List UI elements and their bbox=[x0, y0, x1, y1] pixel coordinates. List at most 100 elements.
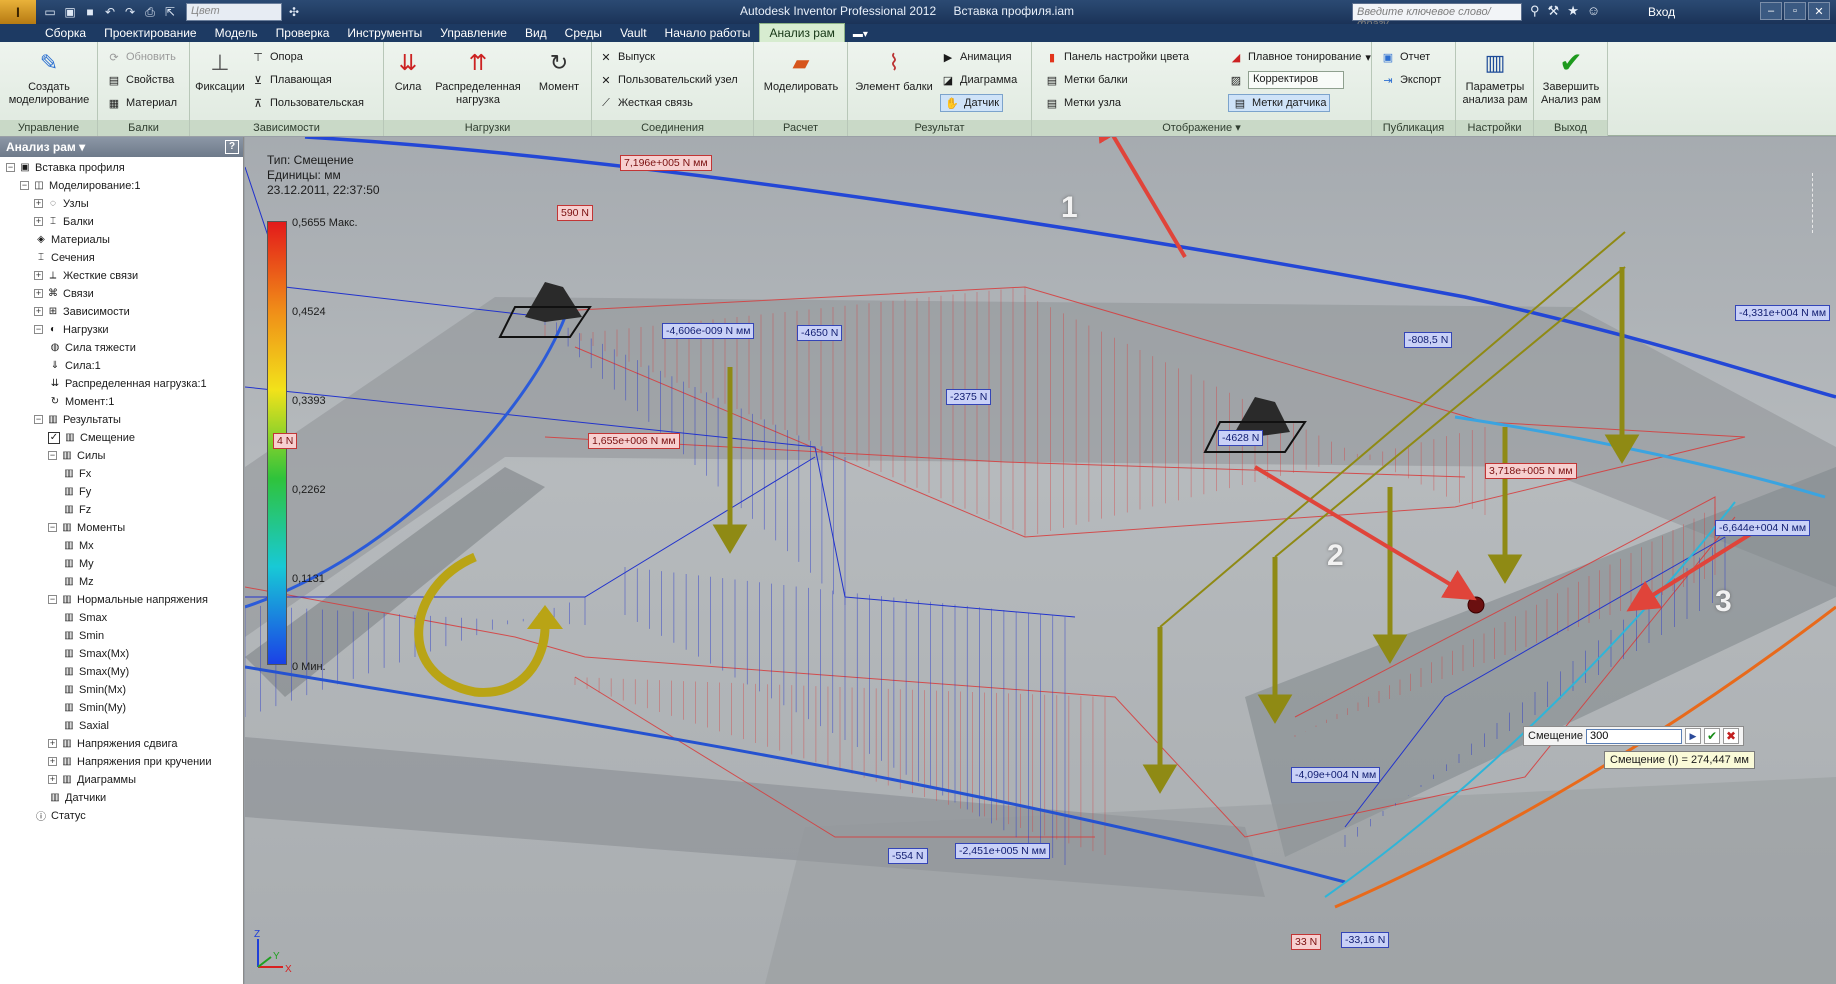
smooth-shading-button[interactable]: ◢ Плавное тонирование ▾ bbox=[1228, 48, 1371, 66]
create-simulation-button[interactable]: ✎ Создать моделирование bbox=[6, 46, 92, 107]
tree-node[interactable]: + ⌶ Балки bbox=[34, 213, 94, 230]
collapse-icon[interactable]: − bbox=[34, 325, 43, 334]
tree-node[interactable]: − ◫ Моделирование:1 bbox=[20, 177, 140, 194]
tab-environments[interactable]: Среды bbox=[556, 24, 611, 42]
finish-analysis-button[interactable]: ✔ Завершить Анализ рам bbox=[1536, 46, 1606, 107]
expand-icon[interactable]: + bbox=[48, 757, 57, 766]
tools-icon[interactable]: ⚒ bbox=[1548, 3, 1560, 19]
tree-node[interactable]: ▥ Датчики bbox=[48, 789, 106, 806]
maximize-icon[interactable]: ▫ bbox=[1784, 2, 1806, 20]
beam-element-button[interactable]: ⌇ Элемент балки bbox=[852, 46, 936, 94]
open-icon[interactable]: ▣ bbox=[62, 4, 78, 20]
distributed-load-button[interactable]: ⇈ Распределенная нагрузка bbox=[428, 46, 528, 107]
tree-node[interactable]: ▥ Mx bbox=[62, 537, 93, 554]
force-button[interactable]: ⇊ Сила bbox=[390, 46, 426, 94]
animation-button[interactable]: ▶ Анимация bbox=[940, 48, 1012, 66]
tree-node[interactable]: ▥ Smin bbox=[62, 627, 104, 644]
sensor-labels-button[interactable]: ▤ Метки датчика bbox=[1228, 94, 1331, 112]
tree-node[interactable]: + ⟂ Жесткие связи bbox=[34, 267, 138, 284]
collapse-icon[interactable]: − bbox=[48, 523, 57, 532]
tree-node[interactable]: ↻ Момент:1 bbox=[48, 393, 115, 410]
apply-icon[interactable]: ✔ bbox=[1704, 728, 1721, 744]
analysis-params-button[interactable]: ▥ Параметры анализа рам bbox=[1458, 46, 1532, 107]
custom-node-button[interactable]: ✕ Пользовательский узел bbox=[598, 71, 737, 89]
minimize-icon[interactable]: – bbox=[1760, 2, 1782, 20]
tree-node[interactable]: + ⌘ Связи bbox=[34, 285, 94, 302]
tree-node[interactable]: ▥ My bbox=[62, 555, 93, 572]
smooth-dropdown-icon[interactable]: ▾ bbox=[1365, 51, 1371, 64]
collapse-icon[interactable]: − bbox=[48, 451, 57, 460]
save-icon[interactable]: ■ bbox=[82, 4, 98, 20]
fix-button[interactable]: ⊥ Фиксации bbox=[194, 46, 246, 94]
tree-node[interactable]: + ▥ Напряжения сдвига bbox=[48, 735, 177, 752]
expand-icon[interactable]: + bbox=[34, 199, 43, 208]
correctors-dropdown[interactable]: ▨ Корректиров bbox=[1228, 71, 1344, 89]
floating-button[interactable]: ⊻ Плавающая bbox=[250, 71, 332, 89]
expand-icon[interactable]: + bbox=[48, 775, 57, 784]
tree-node[interactable]: ⇓ Сила:1 bbox=[48, 357, 101, 374]
tree-node[interactable]: + ◌ Узлы bbox=[34, 195, 89, 212]
expand-icon[interactable]: + bbox=[34, 271, 43, 280]
diagram-button[interactable]: ◪ Диаграмма bbox=[940, 71, 1017, 89]
tab-view[interactable]: Вид bbox=[516, 24, 556, 42]
sensor-point[interactable] bbox=[1467, 596, 1485, 614]
tree-node[interactable]: + ⊞ Зависимости bbox=[34, 303, 130, 320]
tree-node[interactable]: − ▥ Силы bbox=[48, 447, 105, 464]
expand-icon[interactable]: + bbox=[34, 307, 43, 316]
tree-node[interactable]: + ▥ Напряжения при кручении bbox=[48, 753, 211, 770]
tree-node[interactable]: ⇊ Распределенная нагрузка:1 bbox=[48, 375, 207, 392]
tree-node[interactable]: ▥ Smax(Mx) bbox=[62, 645, 129, 662]
beam-labels-button[interactable]: ▤ Метки балки bbox=[1044, 71, 1128, 89]
star-icon[interactable]: ★ bbox=[1567, 3, 1579, 19]
viewcube-edge[interactable] bbox=[1812, 173, 1834, 233]
close-icon[interactable]: ✕ bbox=[1808, 2, 1830, 20]
tab-get-started[interactable]: Начало работы bbox=[656, 24, 760, 42]
report-button[interactable]: ▣ Отчет bbox=[1380, 48, 1430, 66]
tree-node[interactable]: − ▥ Моменты bbox=[48, 519, 125, 536]
pin-button[interactable]: ⊤ Опора bbox=[250, 48, 303, 66]
print-icon[interactable]: ⎙ bbox=[142, 4, 158, 20]
update-button[interactable]: ⟳ Обновить bbox=[106, 48, 175, 66]
tree-node[interactable]: ⓘ Статус bbox=[34, 807, 86, 824]
app-menu-button[interactable]: I bbox=[0, 0, 36, 24]
properties-button[interactable]: ▤ Свойства bbox=[106, 71, 175, 89]
tree-node[interactable]: ▥ Smax bbox=[62, 609, 107, 626]
user-icon[interactable]: ☺ bbox=[1587, 3, 1600, 19]
tree-node[interactable]: ▥ Fx bbox=[62, 465, 91, 482]
binoculars-icon[interactable]: ⚲ bbox=[1530, 3, 1540, 19]
custom-constraint-button[interactable]: ⊼ Пользовательская bbox=[250, 94, 364, 112]
graphics-viewport[interactable]: Z Y X Тип: Смещение Единицы: мм 23.12.20… bbox=[245, 137, 1836, 984]
tree-node[interactable]: ▥ Mz bbox=[62, 573, 93, 590]
tree-node[interactable]: ▥ Saxial bbox=[62, 717, 109, 734]
select-icon[interactable]: ⇱ bbox=[162, 4, 178, 20]
expand-icon[interactable]: + bbox=[34, 289, 43, 298]
tree-node[interactable]: − ▥ Результаты bbox=[34, 411, 121, 428]
tab-inspect[interactable]: Проверка bbox=[267, 24, 339, 42]
tab-tools[interactable]: Инструменты bbox=[338, 24, 431, 42]
tree-node[interactable]: ▥ Fz bbox=[62, 501, 91, 518]
ribbon-options-icon[interactable]: ▬▾ bbox=[845, 27, 876, 42]
visibility-checkbox[interactable]: ✓ bbox=[48, 431, 60, 444]
tab-frame-analysis[interactable]: Анализ рам bbox=[759, 23, 845, 42]
tree-node[interactable]: − ▥ Нормальные напряжения bbox=[48, 591, 208, 608]
export-button[interactable]: ⇥ Экспорт bbox=[1380, 71, 1441, 89]
release-button[interactable]: ✕ Выпуск bbox=[598, 48, 655, 66]
redo-icon[interactable]: ↷ bbox=[122, 4, 138, 20]
collapse-icon[interactable]: − bbox=[48, 595, 57, 604]
measure-icon[interactable]: ✣ bbox=[286, 4, 302, 20]
tree-node[interactable]: ⌶ Сечения bbox=[34, 249, 95, 266]
tree-node[interactable]: ◈ Материалы bbox=[34, 231, 110, 248]
node-labels-button[interactable]: ▤ Метки узла bbox=[1044, 94, 1121, 112]
expand-icon[interactable]: + bbox=[34, 217, 43, 226]
collapse-icon[interactable]: − bbox=[34, 415, 43, 424]
tab-model[interactable]: Модель bbox=[206, 24, 267, 42]
tree-node[interactable]: − ▣ Вставка профиля bbox=[6, 159, 125, 176]
cancel-icon[interactable]: ✖ bbox=[1723, 728, 1740, 744]
sensor-offset-input[interactable] bbox=[1586, 728, 1683, 744]
material-button[interactable]: ▦ Материал bbox=[106, 94, 177, 112]
tree-node[interactable]: ▥ Fy bbox=[62, 483, 91, 500]
help-icon[interactable]: ? bbox=[225, 140, 239, 154]
tree-node[interactable]: ✓ ▥ Смещение bbox=[48, 429, 135, 446]
tree-node[interactable]: − ◐ Нагрузки bbox=[34, 321, 109, 338]
simulate-button[interactable]: ▰ Моделировать bbox=[758, 46, 844, 94]
